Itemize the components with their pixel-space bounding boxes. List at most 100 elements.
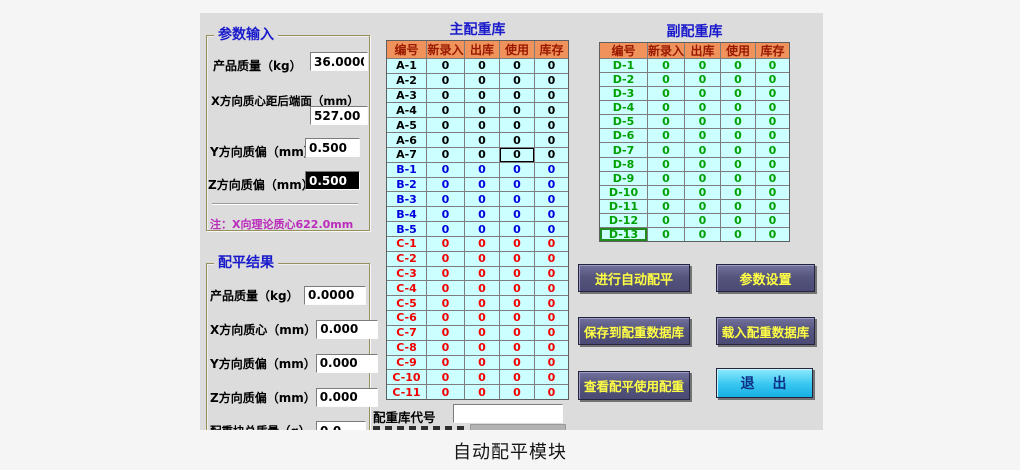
grid-cell[interactable]: 0 (465, 385, 500, 399)
exit-button[interactable]: 退 出 (716, 368, 813, 398)
grid-cell[interactable]: 0 (500, 326, 535, 340)
view-used-weights-button[interactable]: 查看配平使用配重 (578, 371, 690, 400)
grid-cell[interactable]: 0 (500, 178, 535, 192)
grid-cell[interactable]: 0 (465, 133, 500, 147)
grid-cell[interactable]: 0 (465, 74, 500, 88)
grid-cell[interactable]: 0 (648, 73, 685, 86)
grid-cell[interactable]: 0 (648, 101, 685, 114)
grid-cell[interactable]: 0 (427, 207, 465, 221)
grid-cell[interactable]: D-12 (600, 214, 648, 227)
grid-cell[interactable]: 0 (465, 178, 500, 192)
grid-cell[interactable]: 0 (500, 133, 535, 147)
grid-cell[interactable]: 0 (648, 228, 685, 241)
grid-cell[interactable]: 0 (427, 118, 465, 132)
grid-cell[interactable]: 0 (721, 115, 756, 128)
weight-library-code-input[interactable] (453, 404, 563, 423)
grid-cell[interactable]: 0 (721, 172, 756, 185)
grid-cell[interactable]: 0 (721, 129, 756, 142)
grid-cell[interactable]: 0 (756, 73, 789, 86)
grid-cell[interactable]: 0 (685, 143, 721, 156)
result-value-input[interactable] (316, 388, 378, 407)
grid-cell[interactable]: C-11 (387, 385, 427, 399)
grid-cell[interactable]: 0 (427, 163, 465, 177)
grid-cell[interactable]: 0 (535, 207, 568, 221)
grid-cell[interactable]: 0 (535, 222, 568, 236)
grid-cell[interactable]: 0 (500, 356, 535, 370)
grid-cell[interactable]: 0 (465, 356, 500, 370)
grid-cell[interactable]: 0 (535, 281, 568, 295)
grid-cell[interactable]: 0 (427, 192, 465, 206)
grid-cell[interactable]: B-4 (387, 207, 427, 221)
grid-cell[interactable]: 0 (721, 143, 756, 156)
grid-cell[interactable]: 0 (500, 222, 535, 236)
grid-cell[interactable]: 0 (721, 228, 756, 241)
load-weight-database-button[interactable]: 载入配重数据库 (716, 317, 815, 345)
grid-cell[interactable]: A-3 (387, 89, 427, 103)
grid-cell[interactable]: 0 (648, 59, 685, 72)
grid-cell[interactable]: 0 (685, 59, 721, 72)
grid-cell[interactable]: 0 (535, 356, 568, 370)
result-value-input[interactable] (316, 421, 366, 431)
result-value-input[interactable] (316, 354, 378, 373)
grid-cell[interactable]: D-5 (600, 115, 648, 128)
grid-cell[interactable]: 0 (535, 326, 568, 340)
grid-cell[interactable]: 0 (535, 237, 568, 251)
grid-cell[interactable]: 0 (427, 74, 465, 88)
grid-cell[interactable]: 0 (500, 311, 535, 325)
grid-cell[interactable]: 0 (427, 59, 465, 73)
grid-cell[interactable]: B-1 (387, 163, 427, 177)
grid-cell[interactable]: 0 (721, 101, 756, 114)
grid-cell[interactable]: 0 (756, 172, 789, 185)
grid-cell[interactable]: 0 (500, 296, 535, 310)
grid-cell[interactable]: 0 (465, 163, 500, 177)
grid-cell[interactable]: 0 (648, 115, 685, 128)
grid-cell[interactable]: 0 (500, 252, 535, 266)
grid-cell[interactable]: 0 (500, 192, 535, 206)
grid-cell[interactable]: 0 (500, 237, 535, 251)
grid-cell[interactable]: 0 (648, 214, 685, 227)
grid-cell[interactable]: D-13 (600, 228, 648, 241)
grid-cell[interactable]: 0 (535, 133, 568, 147)
grid-cell[interactable]: 0 (648, 200, 685, 213)
grid-cell[interactable]: 0 (756, 59, 789, 72)
grid-cell[interactable]: D-4 (600, 101, 648, 114)
grid-cell[interactable]: 0 (648, 129, 685, 142)
grid-cell[interactable]: 0 (465, 148, 500, 162)
grid-cell[interactable]: 0 (465, 89, 500, 103)
grid-cell[interactable]: 0 (756, 186, 789, 199)
grid-cell[interactable]: 0 (427, 252, 465, 266)
grid-cell[interactable]: 0 (648, 172, 685, 185)
grid-cell[interactable]: 0 (465, 192, 500, 206)
grid-cell[interactable]: 0 (685, 200, 721, 213)
grid-cell[interactable]: 0 (535, 267, 568, 281)
grid-cell[interactable]: 0 (427, 385, 465, 399)
grid-cell[interactable]: C-9 (387, 356, 427, 370)
grid-cell[interactable]: 0 (500, 267, 535, 281)
z-offset-input[interactable] (305, 171, 360, 190)
save-to-weight-database-button[interactable]: 保存到配重数据库 (578, 317, 690, 345)
grid-cell[interactable]: 0 (756, 115, 789, 128)
grid-cell[interactable]: 0 (465, 281, 500, 295)
grid-cell[interactable]: 0 (721, 158, 756, 171)
grid-cell[interactable]: B-2 (387, 178, 427, 192)
grid-cell[interactable]: 0 (535, 103, 568, 117)
grid-cell[interactable]: 0 (535, 178, 568, 192)
result-value-input[interactable] (304, 286, 366, 305)
grid-cell[interactable]: 0 (685, 101, 721, 114)
grid-cell[interactable]: 0 (500, 74, 535, 88)
x-distance-input[interactable] (310, 106, 368, 125)
grid-cell[interactable]: D-9 (600, 172, 648, 185)
grid-cell[interactable]: 0 (535, 163, 568, 177)
grid-cell[interactable]: 0 (648, 87, 685, 100)
grid-cell[interactable]: 0 (465, 267, 500, 281)
grid-cell[interactable]: 0 (535, 370, 568, 384)
grid-cell[interactable]: D-8 (600, 158, 648, 171)
grid-cell[interactable]: A-1 (387, 59, 427, 73)
grid-cell[interactable]: 0 (500, 103, 535, 117)
grid-cell[interactable]: 0 (685, 172, 721, 185)
grid-cell[interactable]: 0 (427, 103, 465, 117)
grid-cell[interactable]: 0 (535, 385, 568, 399)
grid-cell[interactable]: 0 (500, 163, 535, 177)
grid-cell[interactable]: 0 (427, 267, 465, 281)
grid-cell[interactable]: C-2 (387, 252, 427, 266)
